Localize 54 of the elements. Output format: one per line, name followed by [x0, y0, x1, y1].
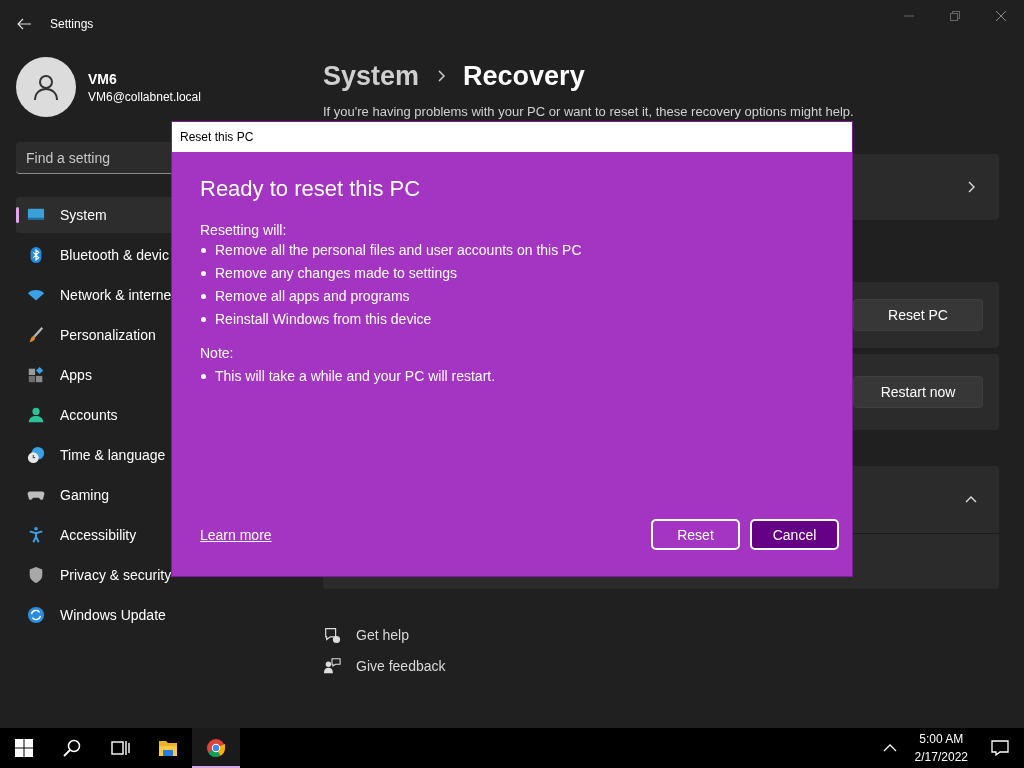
chevron-right-icon	[435, 70, 448, 82]
help-icon	[323, 626, 341, 644]
footer-link[interactable]: Get help	[323, 626, 999, 644]
sidebar-item[interactable]: Accounts	[16, 397, 306, 433]
maximize-icon[interactable]	[950, 11, 960, 21]
clock-time[interactable]: 5:00 AM	[914, 730, 968, 748]
sidebar-item[interactable]: Gaming	[16, 477, 306, 513]
apps-icon	[27, 366, 45, 384]
task-view-icon[interactable]	[110, 738, 130, 758]
window-title: Settings	[50, 17, 94, 31]
user-name: VM6	[88, 70, 118, 87]
accessibility-icon	[27, 526, 45, 544]
breadcrumb-link[interactable]: System	[323, 60, 420, 92]
dialog-button[interactable]: Cancel	[750, 519, 839, 550]
bullet-dot	[201, 373, 206, 379]
action-button[interactable]: Restart now	[853, 376, 983, 408]
clock-globe-icon	[27, 446, 45, 464]
sidebar-item[interactable]: Time & language	[16, 437, 306, 473]
notification-icon[interactable]	[991, 739, 1009, 757]
clock-date[interactable]: 2/17/2022	[914, 748, 968, 766]
back-icon[interactable]	[16, 16, 32, 32]
feedback-icon	[323, 657, 341, 675]
list-item-text: Remove any changes made to settings	[215, 265, 458, 281]
search-icon[interactable]	[62, 738, 82, 758]
brush-icon	[27, 326, 45, 344]
bullet-dot	[201, 316, 206, 322]
taskbar-button[interactable]	[192, 728, 240, 768]
bullet-dot	[201, 247, 206, 253]
page-title: Recovery	[463, 60, 585, 92]
shield-icon	[27, 566, 45, 584]
link-text[interactable]: Give feedback	[356, 658, 446, 674]
learn-more-link[interactable]: Learn more	[200, 526, 272, 543]
user-email: VM6@collabnet.local	[88, 89, 201, 104]
browser-icon[interactable]	[206, 738, 226, 758]
refresh-icon	[27, 606, 45, 624]
list-item-text: Reinstall Windows from this device	[215, 311, 432, 327]
list-item-text: Remove all apps and programs	[215, 288, 410, 304]
action-button[interactable]: Reset PC	[853, 299, 983, 331]
link-text[interactable]: Get help	[356, 627, 409, 643]
footer-link[interactable]: Give feedback	[323, 657, 999, 675]
note-label: Note:	[200, 345, 235, 361]
list-item-text: Remove all the personal files and user accounts on this PC	[215, 242, 582, 258]
folder-icon[interactable]	[158, 738, 178, 758]
page-description: If you're having problems with your PC or want to reset it, these recovery options might help.	[323, 105, 855, 119]
windows-logo-icon[interactable]	[14, 738, 34, 758]
close-icon[interactable]	[996, 11, 1006, 21]
person-icon	[27, 406, 45, 424]
bullet-dot	[201, 270, 206, 276]
dialog-title: Reset this PC	[180, 130, 254, 144]
dialog-button[interactable]: Reset	[651, 519, 740, 550]
sidebar-item[interactable]: Windows Update	[16, 597, 306, 633]
sidebar-item[interactable]: Privacy & security	[16, 557, 306, 593]
bullet-dot	[201, 293, 206, 299]
list-item-text: This will take a while and your PC will restart.	[215, 368, 496, 384]
